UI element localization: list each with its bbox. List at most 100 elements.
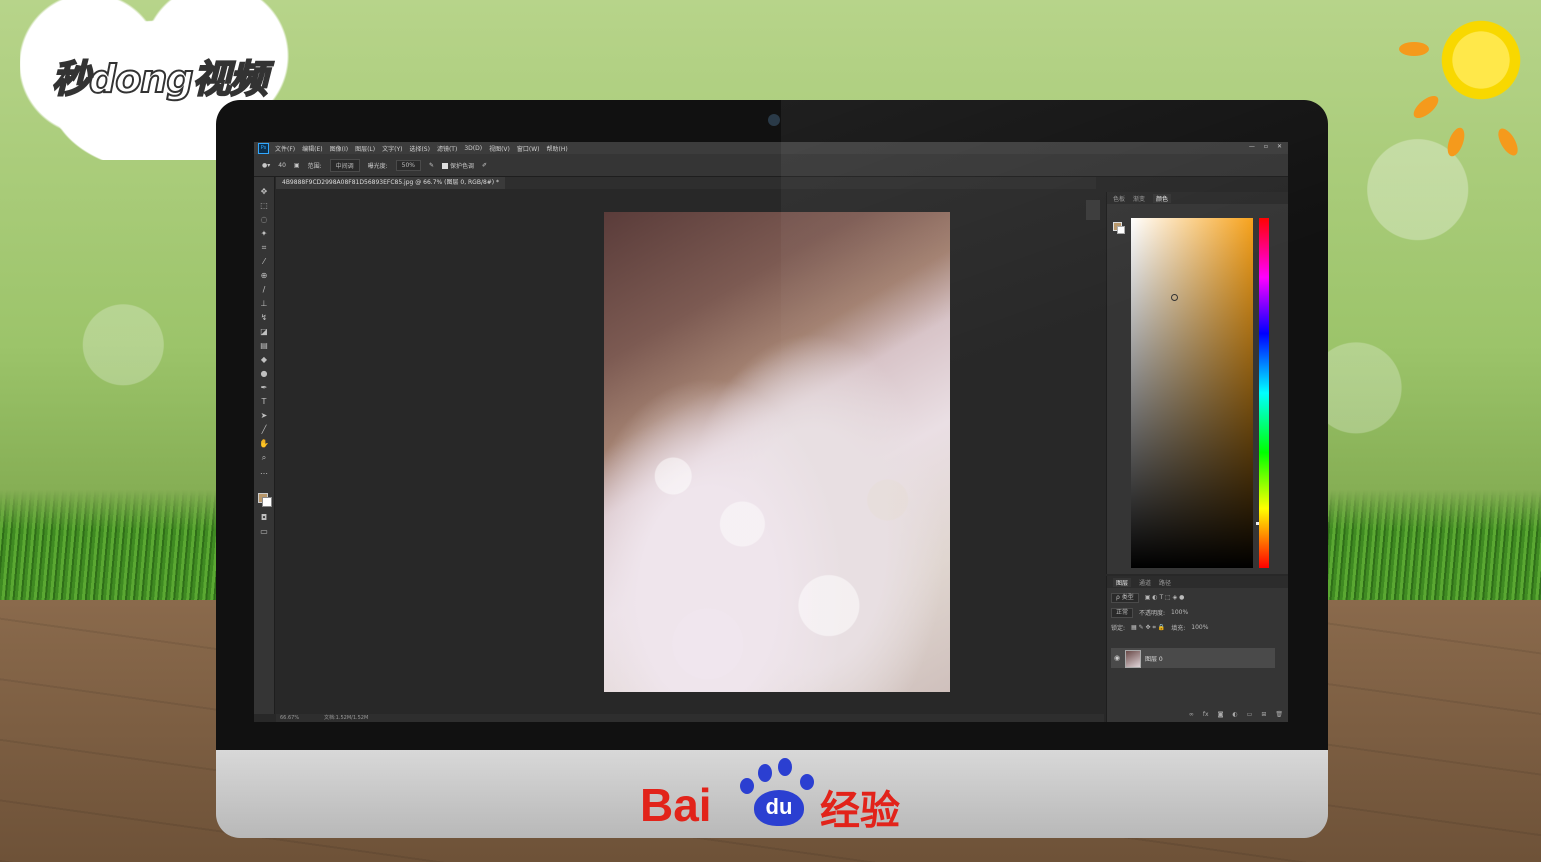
menu-help[interactable]: 帮助(H): [547, 144, 568, 153]
petals-photo: [604, 212, 950, 692]
options-bar: ●▾ 40 ▣ 范围: 中间调 曝光度: 50% ✎ 保护色调 ✐: [254, 154, 1288, 177]
blend-mode-select[interactable]: 正常: [1111, 607, 1134, 618]
panel-foreground-swatch[interactable]: [1113, 222, 1122, 231]
brush-panel-icon[interactable]: ▣: [294, 162, 300, 169]
group-icon[interactable]: ▭: [1247, 711, 1253, 718]
baidu-paw-icon: du: [736, 758, 822, 830]
baidu-jingyan-text: 经验: [820, 788, 900, 834]
menu-layer[interactable]: 图层(L): [355, 144, 375, 153]
menu-filter[interactable]: 滤镜(T): [437, 144, 457, 153]
menu-edit[interactable]: 编辑(E): [302, 144, 322, 153]
document-tab[interactable]: 4B9888F9CD2998A08F81D56893EFC85.jpg @ 66…: [276, 177, 506, 189]
eye-icon[interactable]: ◉: [1114, 654, 1120, 662]
layer-row[interactable]: ◉ 图层 0: [1111, 648, 1275, 668]
menu-view[interactable]: 视图(V): [489, 144, 510, 153]
window-controls: — ▫ ✕: [1249, 143, 1282, 150]
burn-tool-icon[interactable]: ●: [259, 369, 269, 379]
menu-window[interactable]: 窗口(W): [517, 144, 540, 153]
line-tool-icon[interactable]: ╱: [259, 425, 269, 435]
opacity-input[interactable]: 100%: [1171, 609, 1188, 616]
menu-3d[interactable]: 3D(D): [464, 145, 482, 152]
panel-background-swatch[interactable]: [1117, 226, 1125, 234]
layer-filter-select[interactable]: ρ 类型: [1111, 592, 1139, 603]
type-tool-icon[interactable]: T: [259, 397, 269, 407]
move-tool-icon[interactable]: ✥: [259, 187, 269, 197]
range-select[interactable]: 中间调: [329, 158, 360, 172]
brush-tool-icon[interactable]: /: [259, 285, 269, 295]
color-picker-cursor[interactable]: [1171, 294, 1178, 301]
fx-icon[interactable]: fx: [1203, 711, 1209, 718]
crop-tool-icon[interactable]: ⌗: [259, 243, 269, 253]
monitor-chin: Bai du 经验: [216, 750, 1328, 838]
pressure-icon[interactable]: ✐: [482, 162, 487, 169]
filter-icons[interactable]: ▣ ◐ T ⬚ ◈ ●: [1145, 594, 1185, 601]
photoshop-app-icon: Ps: [258, 142, 269, 154]
background-color-swatch[interactable]: [262, 497, 272, 507]
menu-type[interactable]: 文字(Y): [382, 144, 402, 153]
brush-size[interactable]: 40: [278, 162, 286, 169]
marquee-tool-icon[interactable]: ⬚: [259, 201, 269, 211]
baidu-logo-text: Bai: [640, 779, 712, 831]
menu-image[interactable]: 图像(I): [330, 144, 348, 153]
tab-color[interactable]: 颜色: [1153, 193, 1172, 203]
burn-tool-preset-icon[interactable]: ●▾: [262, 162, 270, 169]
stamp-tool-icon[interactable]: ⊥: [259, 299, 269, 309]
menu-file[interactable]: 文件(F): [275, 144, 295, 153]
menu-select[interactable]: 选择(S): [409, 144, 430, 153]
close-button[interactable]: ✕: [1277, 143, 1282, 150]
hand-tool-icon[interactable]: ✋: [259, 439, 269, 449]
opacity-label: 不透明度:: [1139, 610, 1166, 617]
brand-logo: 秒dong视频: [51, 56, 269, 102]
tab-layers[interactable]: 图层: [1113, 577, 1132, 587]
quick-select-tool-icon[interactable]: ✦: [259, 229, 269, 239]
hue-slider-marker[interactable]: [1256, 522, 1259, 525]
tab-channels[interactable]: 通道: [1139, 578, 1151, 587]
lock-icons[interactable]: ▦ ✎ ✥ ⌗ 🔒: [1131, 624, 1165, 632]
color-picker-field[interactable]: [1131, 218, 1253, 568]
baidu-du-text: du: [754, 790, 804, 826]
link-icon[interactable]: ∞: [1189, 711, 1194, 718]
blur-tool-icon[interactable]: ◆: [259, 355, 269, 365]
range-label: 范围:: [307, 162, 322, 170]
doc-size: 文档:1.52M/1.52M: [324, 715, 369, 721]
exposure-input[interactable]: 50%: [395, 159, 421, 171]
gradient-tool-icon[interactable]: ▤: [259, 341, 269, 351]
zoom-tool-icon[interactable]: ⌕: [259, 453, 269, 463]
canvas-area[interactable]: [276, 189, 1104, 714]
healing-tool-icon[interactable]: ⊕: [259, 271, 269, 281]
maximize-button[interactable]: ▫: [1264, 143, 1268, 150]
more-tools-icon[interactable]: …: [259, 467, 269, 477]
fill-input[interactable]: 100%: [1191, 624, 1208, 631]
airbrush-icon[interactable]: ✎: [429, 162, 434, 169]
protect-tones-checkbox[interactable]: 保护色调: [442, 161, 474, 170]
blend-row: 正常 不透明度: 100%: [1111, 607, 1285, 618]
quick-mask-icon[interactable]: ◘: [259, 513, 269, 523]
hue-slider[interactable]: [1259, 218, 1269, 568]
sun-ray: [1399, 42, 1429, 56]
layers-panel-tabs: 图层 通道 路径: [1107, 576, 1288, 588]
tab-gradients[interactable]: 渐变: [1133, 194, 1145, 203]
eyedropper-tool-icon[interactable]: ⁄: [259, 257, 269, 267]
tab-swatches[interactable]: 色板: [1113, 194, 1125, 203]
exposure-label: 曝光度:: [367, 162, 388, 170]
color-panel-tabs: 色板 渐变 颜色: [1107, 192, 1288, 204]
eraser-tool-icon[interactable]: ◪: [259, 327, 269, 337]
lock-label: 锁定:: [1111, 625, 1126, 632]
mask-icon[interactable]: ◙: [1218, 711, 1224, 718]
layer-name[interactable]: 图层 0: [1145, 654, 1163, 663]
screen-mode-icon[interactable]: ▭: [259, 527, 269, 537]
fill-label: 填充:: [1171, 625, 1186, 632]
tab-paths[interactable]: 路径: [1159, 578, 1171, 587]
trash-icon[interactable]: 🗑: [1275, 711, 1283, 718]
pen-tool-icon[interactable]: ✒: [259, 383, 269, 393]
adjustment-icon[interactable]: ◐: [1232, 711, 1237, 718]
panel-dock-icon[interactable]: [1086, 200, 1100, 220]
layers-panel: 图层 通道 路径 ρ 类型 ▣ ◐ T ⬚ ◈ ● 正常 不透明度: 100% …: [1106, 576, 1288, 722]
minimize-button[interactable]: —: [1249, 143, 1255, 150]
history-brush-tool-icon[interactable]: ↯: [259, 313, 269, 323]
lasso-tool-icon[interactable]: ◌: [259, 215, 269, 225]
layer-thumbnail: [1125, 650, 1141, 668]
new-layer-icon[interactable]: ⊞: [1261, 711, 1266, 718]
zoom-level[interactable]: 66.67%: [280, 714, 299, 722]
path-select-tool-icon[interactable]: ➤: [259, 411, 269, 421]
